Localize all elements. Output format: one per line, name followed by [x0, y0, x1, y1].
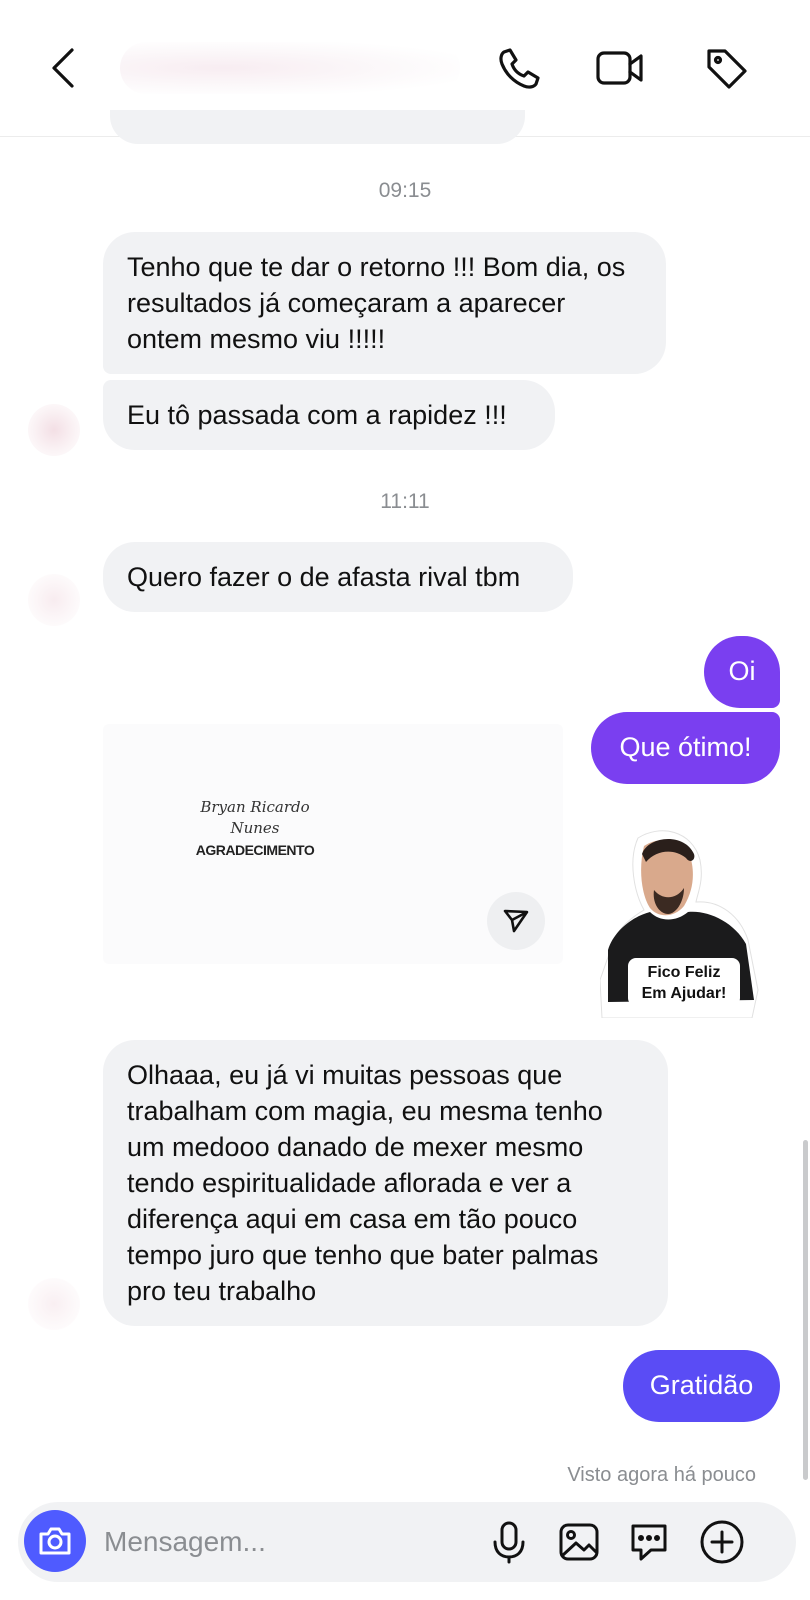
image-icon — [559, 1523, 599, 1561]
sticker-button[interactable] — [624, 1517, 674, 1567]
gallery-button[interactable] — [554, 1517, 604, 1567]
send-icon — [503, 909, 529, 933]
microphone-icon — [493, 1521, 525, 1564]
incoming-message[interactable]: Tenho que te dar o retorno !!! Bom dia, … — [103, 232, 666, 374]
share-button[interactable] — [487, 892, 545, 950]
tag-button[interactable] — [700, 40, 752, 96]
phone-icon — [499, 48, 540, 89]
signature-line: Bryan Ricardo — [200, 798, 310, 816]
seen-status: Visto agora há pouco — [567, 1464, 756, 1486]
incoming-message[interactable]: Olhaaa, eu já vi muitas pessoas que trab… — [103, 1040, 668, 1326]
plus-icon — [700, 1520, 744, 1564]
scrollbar[interactable] — [803, 1140, 808, 1480]
sticker-text: Fico Feliz — [647, 964, 721, 981]
outgoing-message[interactable]: Que ótimo! — [591, 712, 780, 784]
tag-icon — [707, 49, 747, 89]
sticker-chat-icon — [631, 1524, 667, 1561]
video-icon — [596, 51, 643, 85]
incoming-message[interactable]: Quero fazer o de afasta rival tbm — [103, 542, 573, 612]
message-input[interactable] — [104, 1522, 464, 1562]
timestamp: 11:11 — [380, 490, 430, 513]
contact-avatar[interactable] — [28, 574, 80, 626]
contact-name-blurred[interactable] — [120, 42, 460, 94]
outgoing-message[interactable]: Oi — [704, 636, 780, 708]
outgoing-message[interactable]: Gratidão — [623, 1350, 780, 1422]
timestamp: 09:15 — [378, 179, 432, 202]
incoming-message[interactable]: Eu tô passada com a rapidez !!! — [103, 380, 555, 450]
card-title: AGRADECIMENTO — [195, 842, 315, 858]
previous-message-bubble — [110, 110, 525, 144]
camera-icon — [39, 1527, 71, 1555]
contact-avatar[interactable] — [28, 404, 80, 456]
video-call-button[interactable] — [594, 40, 646, 96]
camera-button[interactable] — [24, 1510, 86, 1572]
contact-avatar[interactable] — [28, 1278, 80, 1330]
sticker-text: Em Ajudar! — [641, 985, 727, 1002]
chevron-left-icon — [52, 48, 74, 88]
more-button[interactable] — [697, 1517, 747, 1567]
call-button[interactable] — [494, 40, 546, 96]
microphone-button[interactable] — [484, 1517, 534, 1567]
back-button[interactable] — [38, 40, 90, 96]
card-signature: Bryan Ricardo Nunes — [160, 797, 350, 839]
sticker[interactable]: Fico Feliz Em Ajudar! — [599, 830, 760, 1019]
signature-line: Nunes — [230, 819, 280, 837]
